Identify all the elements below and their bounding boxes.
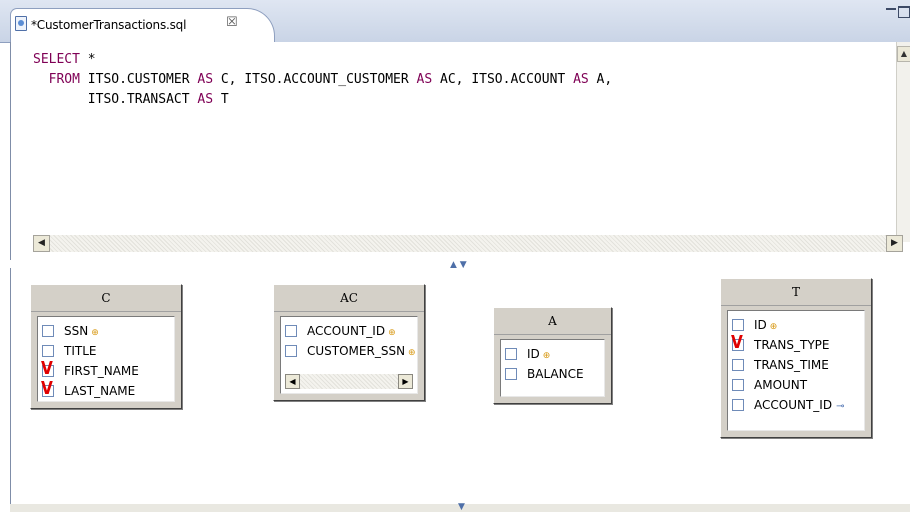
column-list: ID ⊕ BALANCE (500, 339, 605, 397)
column-row[interactable]: V FIRST_NAME (38, 358, 174, 381)
sql-keyword: AS (197, 72, 214, 87)
column-checkbox[interactable] (732, 319, 744, 331)
column-list: ID ⊕ V TRANS_TYPE TRANS_TIME AMOUNT ACCOUN… (727, 310, 865, 431)
column-name: TITLE (64, 344, 97, 358)
column-row[interactable]: ID ⊕ (501, 344, 604, 364)
table-a[interactable]: A ID ⊕ BALANCE (493, 307, 612, 404)
column-name: ACCOUNT_ID (307, 324, 386, 338)
column-row[interactable]: AMOUNT (728, 375, 864, 395)
table-c[interactable]: C SSN ⊕ TITLE V FIRST_NAME V LAST_NAME (30, 284, 182, 409)
column-checkbox[interactable] (285, 325, 297, 337)
sql-keyword: AS (573, 72, 589, 87)
sql-text: C, ITSO.ACCOUNT_CUSTOMER (213, 72, 417, 87)
column-row[interactable]: ACCOUNT_ID ⊸ (728, 395, 864, 415)
scroll-right-arrow-icon[interactable]: ▶ (886, 235, 903, 252)
column-name: TRANS_TYPE (754, 338, 830, 352)
sql-keyword: SELECT (33, 52, 80, 67)
sql-indent (33, 72, 49, 87)
vertical-scrollbar[interactable]: ▲ (896, 42, 910, 242)
close-icon[interactable]: ☒ (226, 15, 238, 30)
sql-indent (33, 92, 88, 107)
sql-editor[interactable]: SELECT * FROM ITSO.CUSTOMER AS C, ITSO.A… (10, 42, 910, 260)
table-header[interactable]: A (494, 308, 611, 335)
key-icon: ⊕ (408, 348, 416, 358)
column-name: TRANS_TIME (754, 358, 829, 372)
checkmark-icon: V (731, 332, 743, 353)
sql-keyword: FROM (48, 72, 80, 87)
column-checkbox[interactable] (42, 325, 54, 337)
scroll-left-arrow-icon[interactable]: ◀ (285, 374, 300, 389)
sql-keyword: AS (197, 92, 214, 107)
column-row[interactable]: TITLE (38, 341, 174, 361)
editor-tab-bar: *CustomerTransactions.sql ☒ (0, 0, 910, 43)
column-row[interactable]: TRANS_TIME (728, 355, 864, 375)
sql-text: ITSO.CUSTOMER (79, 72, 198, 87)
minimize-icon[interactable] (886, 8, 896, 13)
scroll-right-arrow-icon[interactable]: ▶ (398, 374, 413, 389)
sql-file-icon (15, 16, 27, 31)
table-header[interactable]: C (31, 285, 181, 312)
column-name: CUSTOMER_SSN (307, 344, 406, 358)
bottom-splitter[interactable]: ▼ (10, 502, 910, 512)
sql-text: * (79, 52, 96, 67)
column-name: SSN (64, 324, 89, 338)
column-row[interactable]: V LAST_NAME (38, 378, 174, 401)
column-checkbox[interactable] (732, 399, 744, 411)
column-checkbox[interactable] (732, 379, 744, 391)
column-row[interactable]: BALANCE (501, 364, 604, 384)
column-list: ACCOUNT_ID ⊕ CUSTOMER_SSN ⊕ ◀ ▶ (280, 316, 418, 394)
checkmark-icon: V (41, 358, 53, 379)
key-icon: ⊕ (388, 328, 396, 338)
scroll-up-arrow-icon[interactable]: ▲ (897, 46, 910, 62)
table-horizontal-scrollbar[interactable]: ◀ ▶ (285, 374, 413, 389)
checkmark-icon: V (41, 378, 53, 399)
column-row[interactable]: SSN ⊕ (38, 321, 174, 341)
column-checkbox[interactable] (505, 348, 517, 360)
table-t[interactable]: T ID ⊕ V TRANS_TYPE TRANS_TIME AMOUNT ACCO… (720, 278, 872, 438)
table-diagram-pane[interactable]: C SSN ⊕ TITLE V FIRST_NAME V LAST_NAME AC A… (10, 268, 910, 504)
column-name: AMOUNT (754, 378, 808, 392)
sql-text: AC, ITSO.ACCOUNT (432, 72, 574, 87)
column-row[interactable]: ACCOUNT_ID ⊕ (281, 321, 417, 341)
column-checkbox[interactable] (505, 368, 517, 380)
column-name: FIRST_NAME (64, 364, 139, 378)
column-row[interactable]: V TRANS_TYPE (728, 332, 864, 355)
column-checkbox[interactable] (732, 359, 744, 371)
column-name: ID (527, 347, 540, 361)
sql-text: A, (588, 72, 613, 87)
sql-text: ITSO.TRANSACT (87, 92, 198, 107)
pane-splitter[interactable]: ▲ ▼ (10, 260, 910, 270)
column-row[interactable]: ID ⊕ (728, 315, 864, 335)
table-header[interactable]: AC (274, 285, 424, 312)
column-name: BALANCE (527, 367, 584, 381)
table-header[interactable]: T (721, 279, 871, 306)
splitter-down-arrow-icon[interactable]: ▼ (458, 502, 465, 512)
column-name: ACCOUNT_ID (754, 398, 833, 412)
table-ac[interactable]: AC ACCOUNT_ID ⊕ CUSTOMER_SSN ⊕ ◀ ▶ (273, 284, 425, 401)
scroll-left-arrow-icon[interactable]: ◀ (33, 235, 50, 252)
column-list: SSN ⊕ TITLE V FIRST_NAME V LAST_NAME (37, 316, 175, 402)
maximize-icon[interactable] (898, 6, 910, 18)
sql-keyword: AS (416, 72, 433, 87)
tab-customer-transactions[interactable]: *CustomerTransactions.sql ☒ (10, 8, 275, 42)
foreign-key-icon: ⊸ (836, 401, 845, 412)
key-icon: ⊕ (542, 351, 551, 361)
key-icon: ⊕ (769, 322, 778, 332)
window-controls (876, 6, 910, 20)
column-row[interactable]: CUSTOMER_SSN ⊕ (281, 341, 417, 361)
sql-text: T (213, 92, 229, 107)
horizontal-scrollbar[interactable]: ◀ ▶ (33, 235, 903, 252)
column-checkbox[interactable] (285, 345, 297, 357)
tab-title: *CustomerTransactions.sql (31, 18, 187, 32)
sql-source[interactable]: SELECT * FROM ITSO.CUSTOMER AS C, ITSO.A… (33, 50, 612, 110)
key-icon: ⊕ (91, 328, 99, 338)
column-name: ID (754, 318, 767, 332)
column-checkbox[interactable] (42, 345, 54, 357)
column-name: LAST_NAME (64, 384, 136, 398)
